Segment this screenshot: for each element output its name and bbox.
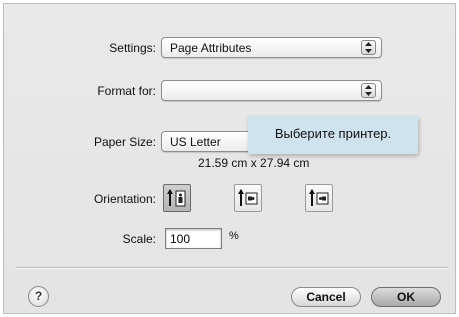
divider: [16, 267, 448, 269]
paper-size-label: Paper Size:: [93, 135, 156, 149]
orientation-landscape-button[interactable]: [234, 184, 262, 212]
help-button[interactable]: ?: [28, 286, 49, 307]
paper-dimensions: 21.59 cm x 27.94 cm: [198, 156, 310, 170]
paper-size-popup-value: US Letter: [170, 135, 221, 149]
format-for-label: Format for:: [97, 84, 156, 98]
scale-unit: %: [229, 230, 239, 242]
cancel-button[interactable]: Cancel: [291, 287, 361, 307]
settings-label: Settings:: [109, 41, 156, 55]
orientation-label: Orientation:: [93, 192, 156, 206]
orientation-reverse-landscape-button[interactable]: [305, 184, 333, 212]
popup-stepper-icon: [361, 40, 376, 55]
scale-input[interactable]: [165, 228, 222, 249]
landscape-orientation-icon: [238, 189, 258, 206]
ok-button[interactable]: OK: [371, 287, 441, 307]
orientation-portrait-button[interactable]: [163, 184, 191, 212]
portrait-orientation-icon: [167, 189, 186, 207]
popup-stepper-icon: [361, 83, 376, 98]
scale-label: Scale:: [122, 232, 156, 246]
page-setup-dialog: Settings: Page Attributes Format for: Pa…: [3, 3, 456, 314]
format-for-popup[interactable]: [161, 80, 382, 101]
select-printer-tooltip: Выберите принтер.: [248, 116, 418, 154]
reverse-landscape-orientation-icon: [309, 189, 329, 206]
settings-popup-value: Page Attributes: [170, 41, 252, 55]
settings-popup[interactable]: Page Attributes: [161, 37, 382, 58]
